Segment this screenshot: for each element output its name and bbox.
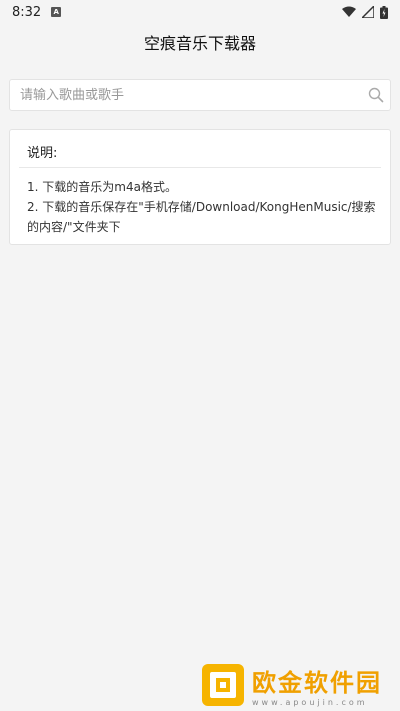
divider <box>19 167 381 168</box>
info-line: 1. 下载的音乐为m4a格式。 <box>27 180 177 194</box>
watermark-text: 欧金软件园 www.apoujin.com <box>252 663 382 707</box>
search-box <box>9 79 391 111</box>
info-body: 1. 下载的音乐为m4a格式。 2. 下载的音乐保存在"手机存储/Downloa… <box>27 177 377 237</box>
info-line: 2. 下载的音乐保存在"手机存储/Download/KongHenMusic/搜… <box>27 200 376 234</box>
status-time: 8:32 <box>12 4 42 20</box>
app-bar: 空痕音乐下载器 <box>0 24 400 60</box>
info-card: 说明: 1. 下载的音乐为m4a格式。 2. 下载的音乐保存在"手机存储/Dow… <box>9 129 391 245</box>
watermark-logo <box>202 664 244 706</box>
watermark-name: 欧金软件园 <box>252 669 382 697</box>
search-input[interactable] <box>10 80 362 110</box>
app-title: 空痕音乐下载器 <box>143 34 256 53</box>
notification-icon: A <box>51 7 62 17</box>
status-bar: 8:32 A <box>0 0 400 24</box>
info-title: 说明: <box>27 146 58 161</box>
signal-icon <box>362 6 374 18</box>
status-left: 8:32 A <box>12 4 62 20</box>
wifi-icon <box>342 6 356 17</box>
watermark: 欧金软件园 www.apoujin.com <box>200 660 395 710</box>
status-icons <box>342 5 388 19</box>
watermark-url: www.apoujin.com <box>252 698 368 707</box>
battery-icon <box>380 5 388 19</box>
search-icon[interactable] <box>362 80 390 110</box>
